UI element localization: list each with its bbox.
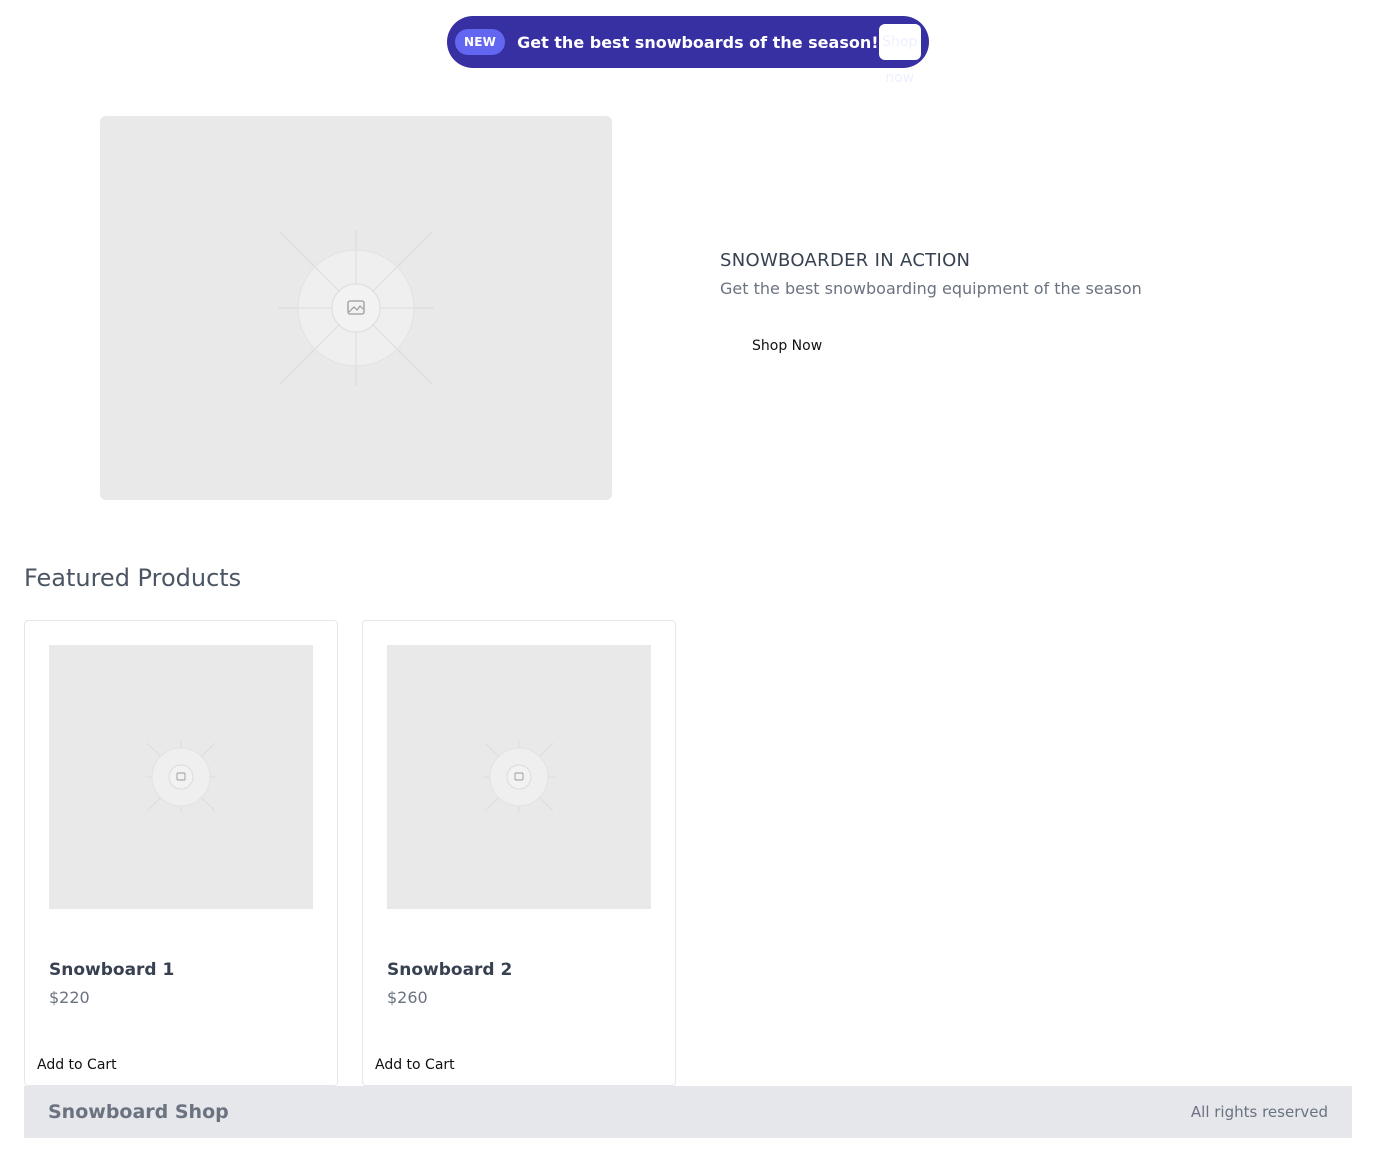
product-name[interactable]: Snowboard 1 bbox=[49, 960, 174, 980]
product-price: $260 bbox=[387, 988, 428, 1007]
product-name[interactable]: Snowboard 2 bbox=[387, 960, 512, 980]
promo-shop-now-button[interactable]: Shop now bbox=[878, 24, 921, 86]
product-price: $220 bbox=[49, 988, 90, 1007]
featured-products-heading: Featured Products bbox=[24, 564, 242, 592]
product-card: Snowboard 2 $260 Add to Cart bbox=[362, 620, 676, 1086]
hero-shop-now-button[interactable]: Shop Now bbox=[736, 330, 838, 362]
image-placeholder-icon bbox=[483, 741, 555, 813]
hero-image bbox=[100, 116, 612, 500]
promo-banner: NEW Get the best snowboards of the seaso… bbox=[447, 16, 929, 86]
footer-brand: Snowboard Shop bbox=[48, 1101, 229, 1123]
add-to-cart-button[interactable]: Add to Cart bbox=[375, 1057, 455, 1073]
product-image bbox=[49, 645, 313, 909]
footer-rights: All rights reserved bbox=[1190, 1103, 1328, 1121]
image-placeholder-icon bbox=[145, 741, 217, 813]
image-placeholder-icon bbox=[278, 230, 434, 386]
hero-title: SNOWBOARDER IN ACTION bbox=[720, 250, 971, 271]
promo-text: Get the best snowboards of the season! bbox=[517, 32, 879, 52]
product-card: Snowboard 1 $220 Add to Cart bbox=[24, 620, 338, 1086]
hero-subtitle: Get the best snowboarding equipment of t… bbox=[720, 279, 1142, 298]
add-to-cart-button[interactable]: Add to Cart bbox=[37, 1057, 117, 1073]
product-image bbox=[387, 645, 651, 909]
new-badge: NEW bbox=[455, 29, 506, 55]
footer: Snowboard Shop All rights reserved bbox=[24, 1086, 1352, 1138]
